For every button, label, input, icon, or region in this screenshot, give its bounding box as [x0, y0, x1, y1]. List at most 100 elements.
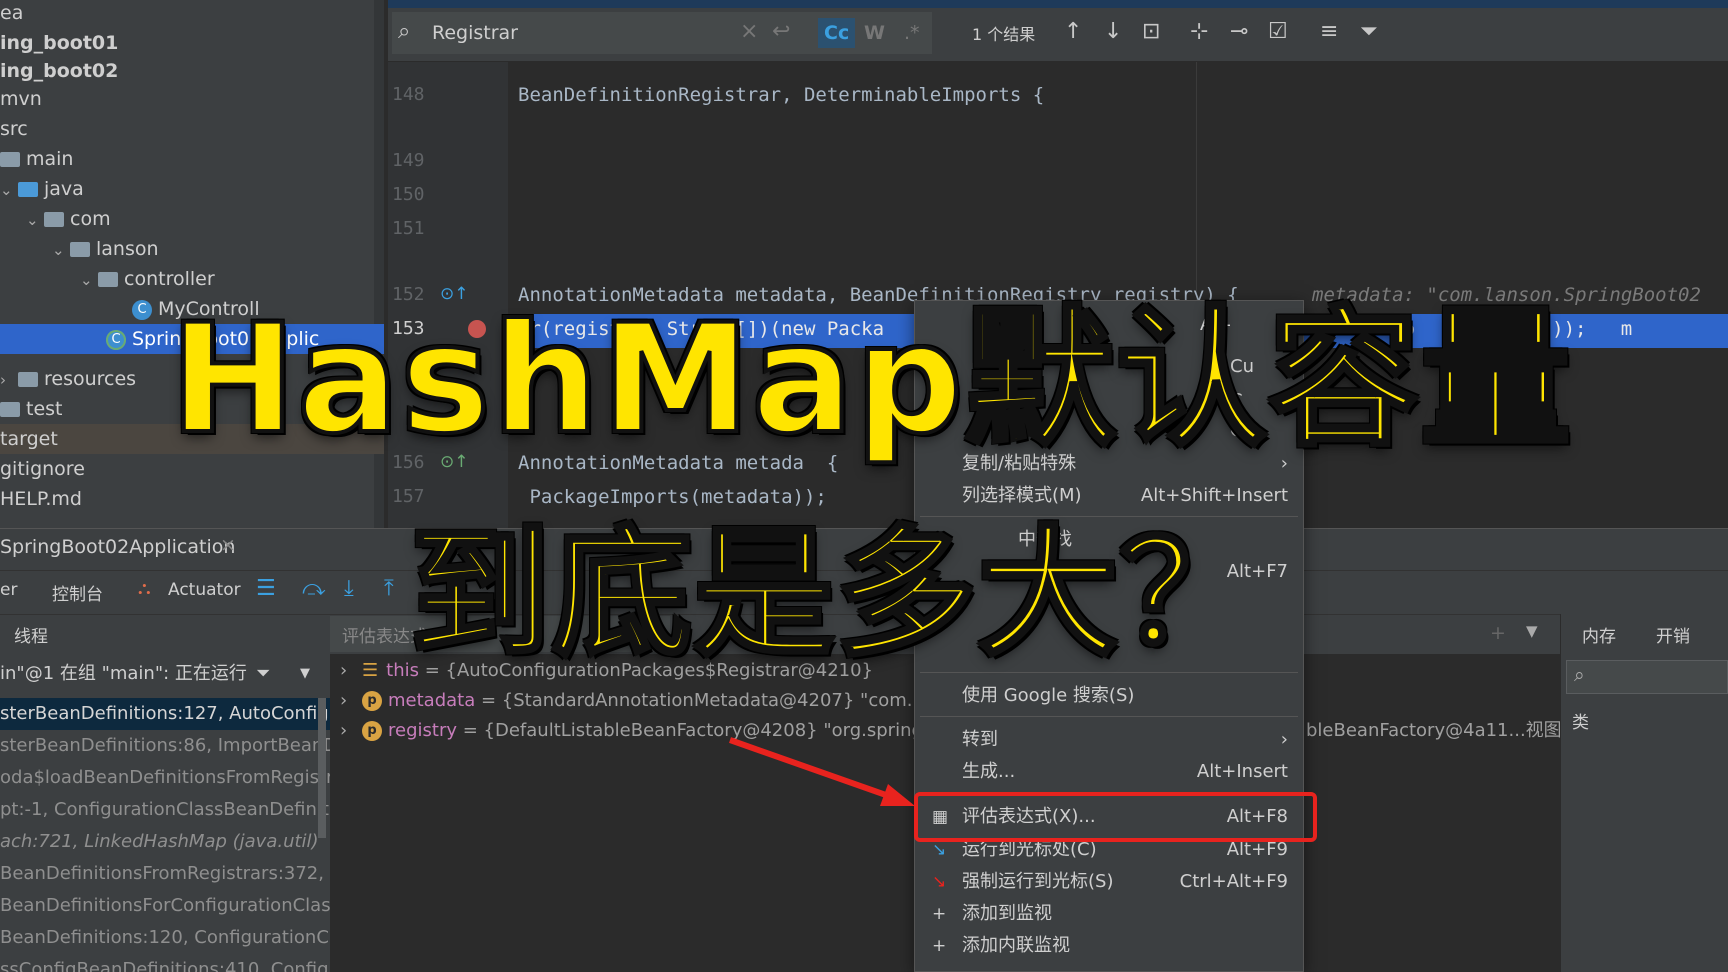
tree-item[interactable]: ⌄ lanson [0, 234, 384, 264]
debug-session-tab[interactable]: SpringBoot02Application [0, 536, 235, 558]
chevron-down-icon[interactable]: ⌄ [0, 175, 18, 205]
tree-item[interactable]: mvn [0, 84, 384, 114]
tab-debugger[interactable]: er [0, 580, 17, 600]
parameter-icon: p [362, 721, 382, 741]
spring-boot-class-icon: C [106, 329, 126, 350]
chevron-right-icon[interactable]: › [340, 656, 362, 686]
tree-item-module[interactable]: ing_boot02 [0, 56, 384, 86]
filter-options-icon[interactable]: ≡ [1320, 18, 1338, 46]
clear-icon[interactable]: × [740, 18, 758, 46]
stack-frame-row[interactable]: pt:-1, ConfigurationClassBeanDefiniti [0, 794, 330, 826]
chevron-right-icon[interactable]: › [340, 686, 362, 716]
frame-label: sterBeanDefinitions:127, AutoConfigu [0, 703, 330, 724]
search-icon[interactable]: ⌕ [398, 18, 410, 46]
frames-scrollbar[interactable] [318, 698, 326, 838]
stack-frame-row[interactable]: oda$loadBeanDefinitionsFromRegistra [0, 762, 330, 794]
stack-frame-row[interactable]: ach:721, LinkedHashMap (java.util) [0, 826, 330, 858]
variable-row[interactable]: › p metadata = {StandardAnnotationMetadata… [340, 686, 929, 716]
chevron-right-icon[interactable]: › [340, 716, 362, 746]
tree-item-label: java [44, 178, 84, 200]
chevron-down-icon[interactable]: ⌄ [80, 265, 98, 295]
frame-label: ssConfigBeanDefinitions:410, Config [0, 959, 329, 972]
stack-frame-row[interactable]: BeanDefinitionsForConfigurationClass [0, 890, 330, 922]
menu-item-label: 强制运行到光标(S) [962, 871, 1114, 892]
regex-toggle[interactable]: .* [904, 22, 920, 44]
tree-item-label: ing_boot01 [0, 32, 119, 54]
chevron-down-icon[interactable]: ⌄ [26, 205, 44, 235]
variable-value: = {StandardAnnotationMetadata@4207} "com… [475, 690, 929, 711]
tree-item-module[interactable]: ing_boot01 [0, 28, 384, 58]
tree-item[interactable]: ⌄ com [0, 204, 384, 234]
chevron-down-icon[interactable]: ▼ [300, 658, 310, 690]
menu-item-add-inline-watch[interactable]: + 添加内联监视 [914, 930, 1304, 962]
package-icon [44, 212, 64, 227]
menu-item-add-to-watches[interactable]: + 添加到监视 [914, 898, 1304, 930]
stack-frame-row[interactable]: ssConfigBeanDefinitions:410, Config [0, 954, 330, 972]
menu-item-column-selection[interactable]: 列选择模式(M) Alt+Shift+Insert [914, 480, 1304, 512]
tree-item[interactable]: src [0, 114, 384, 144]
menu-item-shortcut: Alt+Insert [1196, 761, 1288, 782]
whole-words-toggle[interactable]: W [864, 22, 885, 44]
thread-status: in"@1 在组 "main": 正在运行 [0, 663, 247, 684]
stack-frame-row[interactable]: sterBeanDefinitions:127, AutoConfigu [0, 698, 330, 730]
chevron-right-icon[interactable]: › [0, 365, 18, 395]
add-watch-icon[interactable]: + [1490, 622, 1506, 644]
tab-memory[interactable]: 内存 [1582, 622, 1616, 647]
tree-item-label: lanson [96, 238, 159, 260]
annotation-arrow [729, 737, 915, 806]
variable-name: registry [388, 720, 457, 741]
menu-item-label: 添加到监视 [962, 903, 1052, 924]
layout-icon[interactable]: ☰ [256, 576, 276, 601]
match-case-toggle[interactable]: Cc [818, 18, 856, 48]
remove-occurrence-icon[interactable]: ⊸ [1230, 18, 1248, 46]
stack-frame-row[interactable]: BeanDefinitions:120, ConfigurationCla [0, 922, 330, 954]
line-number: 151 [392, 218, 425, 239]
menu-item-google-search[interactable]: 使用 Google 搜索(S) [914, 680, 1304, 712]
select-all-occurrences-icon[interactable]: ⊡ [1142, 18, 1160, 46]
stack-frame-row[interactable]: BeanDefinitionsFromRegistrars:372, C [0, 858, 330, 890]
filter-icon[interactable]: ⏷ [256, 658, 270, 690]
tab-actuator[interactable]: Actuator [168, 580, 241, 600]
new-line-icon[interactable]: ↩ [772, 18, 790, 46]
thread-selector[interactable]: in"@1 在组 "main": 正在运行 ⏷ ▼ [0, 658, 330, 690]
arrow-up-icon[interactable]: ↑ [1064, 18, 1082, 46]
variable-name: metadata [388, 690, 476, 711]
frame-label: BeanDefinitionsForConfigurationClass [0, 895, 330, 916]
stack-frame-row[interactable]: sterBeanDefinitions:86, ImportBeanDe [0, 730, 330, 762]
step-into-icon[interactable]: ⤓ [344, 576, 354, 601]
arrow-down-icon[interactable]: ↓ [1104, 18, 1122, 46]
menu-item-shortcut: Ctrl+Alt+F9 [1179, 871, 1288, 892]
highlight-box [914, 792, 1317, 842]
frame-label: ach:721, LinkedHashMap (java.util) [0, 831, 319, 852]
add-inline-watch-icon: + [932, 936, 947, 956]
tree-item[interactable]: HELP.md [0, 484, 384, 514]
line-number: 148 [392, 84, 425, 105]
menu-item-generate[interactable]: 生成... Alt+Insert [914, 756, 1304, 788]
step-over-icon[interactable]: ⤼ [302, 576, 326, 601]
filter-icon[interactable]: ⏷ [1360, 18, 1378, 46]
close-icon[interactable]: × [220, 534, 236, 556]
search-query: Registrar [432, 22, 518, 44]
tree-item[interactable]: ea [0, 0, 384, 28]
folder-icon [0, 402, 20, 417]
tab-console[interactable]: 控制台 [52, 580, 103, 605]
tree-item[interactable]: ⌄ controller [0, 264, 384, 294]
select-all-icon[interactable]: ☑ [1268, 18, 1288, 46]
step-out-icon[interactable]: ⤒ [384, 576, 394, 601]
menu-item-shortcut: Alt+Shift+Insert [1140, 485, 1288, 506]
add-occurrence-icon[interactable]: ⊹ [1190, 18, 1208, 46]
video-title-line2: 到底是多大？ [408, 513, 1263, 676]
chevron-down-icon[interactable]: ▼ [1526, 622, 1538, 640]
tree-item-label: HELP.md [0, 488, 82, 510]
menu-item-goto[interactable]: 转到 › [914, 724, 1304, 756]
tree-item[interactable]: ⌄ java [0, 174, 384, 204]
menu-item-force-run-to-cursor[interactable]: ↘ 强制运行到光标(S) Ctrl+Alt+F9 [914, 866, 1304, 898]
tab-overhead[interactable]: 开销 [1656, 622, 1690, 647]
frame-label: BeanDefinitionsFromRegistrars:372, C [0, 863, 330, 884]
search-results-count: 1 个结果 [972, 25, 1036, 44]
frame-label: sterBeanDefinitions:86, ImportBeanDe [0, 735, 330, 756]
chevron-down-icon[interactable]: ⌄ [52, 235, 70, 265]
class-search-input[interactable] [1566, 660, 1728, 694]
menu-separator [920, 716, 1298, 717]
tree-item[interactable]: main [0, 144, 384, 174]
